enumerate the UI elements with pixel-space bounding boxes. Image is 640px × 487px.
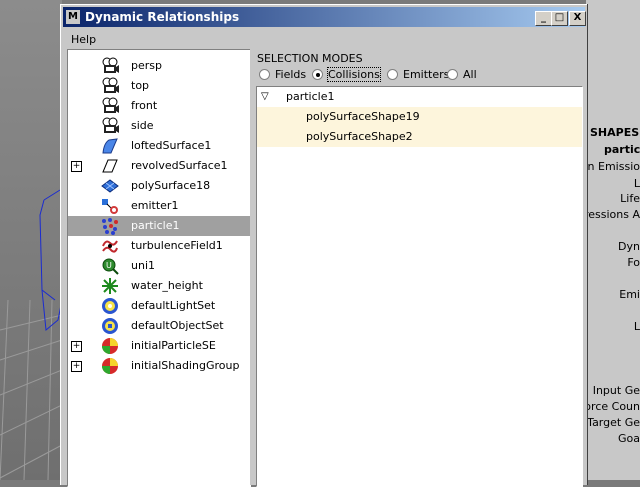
- outliner-item-persp[interactable]: persp: [68, 56, 250, 76]
- expand-plus-icon[interactable]: +: [71, 361, 82, 372]
- outliner-item-water_height[interactable]: water_height: [68, 276, 250, 296]
- attribute-label: Goa: [618, 432, 640, 445]
- maximize-button[interactable]: □: [551, 11, 568, 26]
- relationship-item-label: polySurfaceShape19: [306, 110, 420, 123]
- attribute-label: force Coun: [586, 400, 640, 413]
- outliner-item-loftedsurface1[interactable]: loftedSurface1: [68, 136, 250, 156]
- attribute-editor-node: particle: [604, 143, 640, 156]
- light-set-icon: [100, 297, 120, 315]
- window-title: Dynamic Relationships: [85, 10, 240, 24]
- outliner-item-label: uni1: [131, 259, 155, 272]
- camera-icon: [100, 57, 120, 75]
- particle-icon: [100, 217, 120, 235]
- outliner-item-label: front: [131, 99, 158, 112]
- outliner-item-particle1[interactable]: particle1: [68, 216, 250, 236]
- radio-label-emitters[interactable]: Emitters: [403, 68, 449, 81]
- collapse-triangle-icon[interactable]: ▽: [261, 91, 269, 102]
- outliner-item-label: polySurface18: [131, 179, 211, 192]
- outliner-item-label: defaultLightSet: [131, 299, 216, 312]
- outliner-item-initialparticlese[interactable]: + initialParticleSE: [68, 336, 250, 356]
- close-button[interactable]: X: [569, 11, 586, 26]
- attribute-label: Emi: [619, 288, 640, 301]
- attribute-editor-header: SHAPES: [590, 126, 640, 139]
- expand-plus-icon[interactable]: +: [71, 161, 82, 172]
- outliner-item-revolvedsurface1[interactable]: + revolvedSurface1: [68, 156, 250, 176]
- radio-label-collisions[interactable]: Collisions: [327, 67, 381, 82]
- attribute-label: On Emissio: [586, 160, 640, 173]
- outliner-item-label: initialShadingGroup: [131, 359, 240, 372]
- outliner-item-emitter1[interactable]: emitter1: [68, 196, 250, 216]
- radio-all[interactable]: [447, 69, 458, 80]
- emitter-icon: [100, 197, 120, 215]
- poly-surface-icon: [100, 177, 120, 195]
- outliner-item-label: particle1: [131, 219, 180, 232]
- camera-icon: [100, 97, 120, 115]
- relationship-parent-row[interactable]: ▽ particle1: [257, 87, 582, 107]
- attribute-editor-panel: SHAPES particle On Emissio L Life pressions…: [586, 0, 640, 480]
- attribute-label: Input Ge: [592, 384, 640, 397]
- locator-icon: [100, 277, 120, 295]
- outliner-item-label: turbulenceField1: [131, 239, 223, 252]
- turbulence-field-icon: [100, 237, 120, 255]
- attribute-label: Target Ge: [587, 416, 640, 429]
- relationship-item-label: polySurfaceShape2: [306, 130, 413, 143]
- relationship-item[interactable]: polySurfaceShape19: [257, 107, 582, 127]
- outliner-list[interactable]: persp top front side loftedSurface1 + revolved…: [67, 49, 251, 487]
- shading-group-icon: [100, 357, 120, 375]
- menu-help[interactable]: Help: [71, 33, 96, 46]
- menu-bar: Help: [63, 30, 585, 48]
- outliner-item-side[interactable]: side: [68, 116, 250, 136]
- outliner-item-label: emitter1: [131, 199, 179, 212]
- outliner-item-label: revolvedSurface1: [131, 159, 228, 172]
- outliner-item-turbulencefield1[interactable]: turbulenceField1: [68, 236, 250, 256]
- uniform-field-icon: U: [100, 257, 120, 275]
- relationship-parent-label: particle1: [286, 90, 335, 103]
- radio-label-all[interactable]: All: [463, 68, 477, 81]
- radio-label-fields[interactable]: Fields: [275, 68, 306, 81]
- outliner-item-label: top: [131, 79, 150, 92]
- outliner-item-front[interactable]: front: [68, 96, 250, 116]
- outliner-item-top[interactable]: top: [68, 76, 250, 96]
- attribute-label: L: [633, 320, 640, 333]
- object-set-icon: [100, 317, 120, 335]
- attribute-label: Dyn: [618, 240, 640, 253]
- svg-text:U: U: [106, 261, 112, 270]
- radio-fields[interactable]: [259, 69, 270, 80]
- outliner-item-label: loftedSurface1: [131, 139, 212, 152]
- outliner-item-uni1[interactable]: Uuni1: [68, 256, 250, 276]
- outliner-item-label: initialParticleSE: [131, 339, 216, 352]
- camera-icon: [100, 77, 120, 95]
- outliner-item-label: water_height: [131, 279, 203, 292]
- camera-icon: [100, 117, 120, 135]
- minimize-button[interactable]: _: [535, 11, 552, 26]
- radio-collisions[interactable]: [312, 69, 323, 80]
- title-bar[interactable]: M Dynamic Relationships _ □ X: [63, 7, 586, 27]
- attribute-label: Life: [620, 192, 640, 205]
- outliner-item-label: side: [131, 119, 154, 132]
- outliner-item-defaultobjectset[interactable]: defaultObjectSet: [68, 316, 250, 336]
- revolved-surface-icon: [100, 157, 120, 175]
- dynamic-relationships-window: M Dynamic Relationships _ □ X Help persp…: [60, 4, 587, 487]
- outliner-item-label: defaultObjectSet: [131, 319, 224, 332]
- pane-splitter[interactable]: [250, 49, 254, 485]
- outliner-item-label: persp: [131, 59, 162, 72]
- relationship-list[interactable]: ▽ particle1 polySurfaceShape19 polySurfa…: [256, 86, 583, 487]
- selection-modes-group: Fields Collisions Emitters All: [257, 67, 587, 83]
- attribute-label: pressions A: [586, 208, 640, 221]
- expand-plus-icon[interactable]: +: [71, 341, 82, 352]
- radio-emitters[interactable]: [387, 69, 398, 80]
- outliner-item-defaultlightset[interactable]: defaultLightSet: [68, 296, 250, 316]
- nurbs-surface-icon: [100, 137, 120, 155]
- shading-group-icon: [100, 337, 120, 355]
- outliner-item-initialshadinggroup[interactable]: + initialShadingGroup: [68, 356, 250, 376]
- selection-modes-title: SELECTION MODES: [257, 52, 363, 65]
- attribute-label: L: [633, 177, 640, 190]
- outliner-item-polysurface18[interactable]: polySurface18: [68, 176, 250, 196]
- attribute-label: Fo: [627, 256, 640, 269]
- maya-app-icon[interactable]: M: [66, 10, 80, 24]
- relationship-item[interactable]: polySurfaceShape2: [257, 127, 582, 147]
- 3d-viewport[interactable]: [0, 0, 62, 480]
